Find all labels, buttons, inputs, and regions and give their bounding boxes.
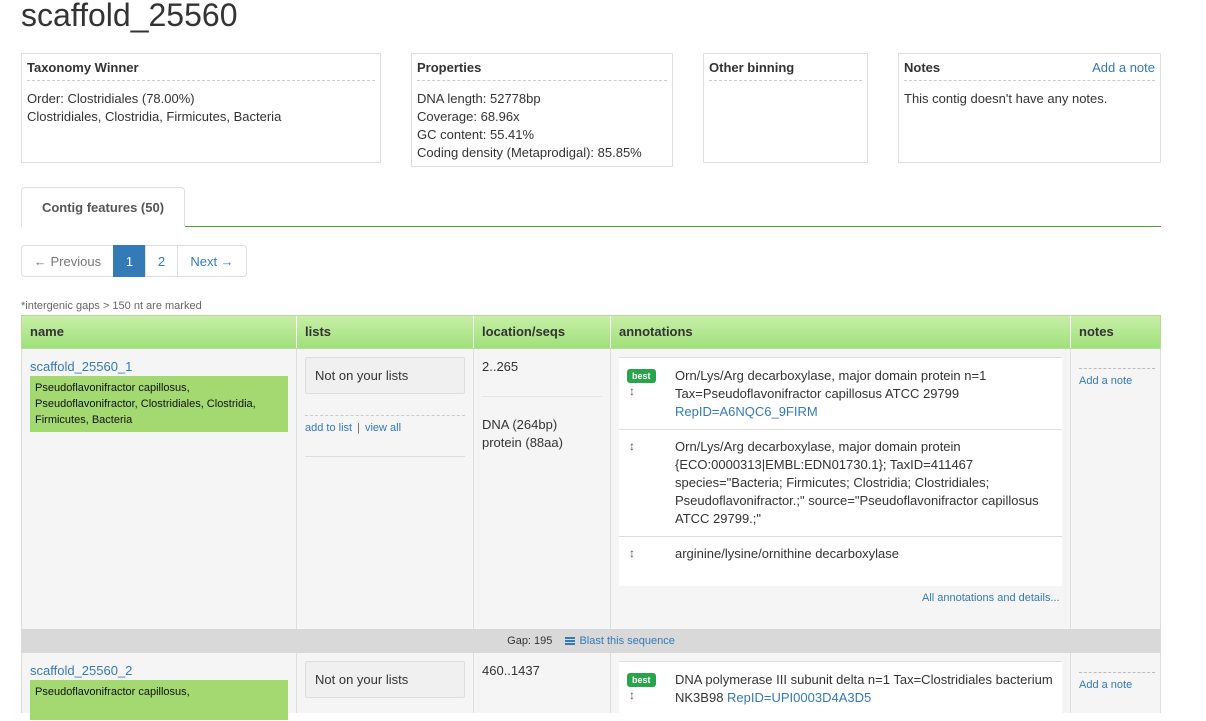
gap-label: Gap: 195 [507,635,553,647]
pagination: ← Previous 1 2 Next → [21,245,247,277]
page-title: scaffold_25560 [21,0,238,33]
annotation-item: best ↕ DNA polymerase III subunit delta … [619,661,1062,721]
feature-location: 2..265 [482,359,519,374]
coding-density: Coding density (Metaprodigal): 85.85% [417,145,642,160]
sort-arrows-icon[interactable]: ↕ [629,546,635,560]
binning-heading: Other binning [709,60,795,75]
annotation-text: DNA polymerase III subunit delta n=1 Tax… [675,672,1053,687]
intergenic-gap-note: *intergenic gaps > 150 nt are marked [21,300,202,312]
add-note-link[interactable]: Add a note [1079,375,1132,387]
all-annotations-link[interactable]: All annotations and details... [922,592,1060,604]
header-lists[interactable]: lists [297,316,474,348]
blast-list-icon [565,637,576,645]
best-badge: best [627,369,656,383]
annotation-text: Orn/Lys/Arg decarboxylase, major domain … [675,368,987,401]
feature-taxonomy-badge: Pseudoflavonifractor capillosus, [30,680,288,720]
annotation-repid-link[interactable]: RepID=A6NQC6_9FIRM [675,404,818,419]
annotation-repid-link[interactable]: RepID=UPI0003D4A3D5 [727,690,871,705]
feature-taxonomy-badge: Pseudoflavonifractor capillosus, Pseudof… [30,376,288,432]
previous-page-button[interactable]: ← Previous [21,245,114,277]
sort-arrows-icon[interactable]: ↕ [629,439,635,453]
annotation-text-cont: NK3B98 [675,690,724,705]
sort-arrows-icon[interactable]: ↕ [629,384,635,398]
taxonomy-winner-panel: Taxonomy Winner Order: Clostridiales (78… [21,53,381,163]
annotation-item: ↕ Orn/Lys/Arg decarboxylase, major domai… [619,429,1062,536]
add-note-link[interactable]: Add a note [1079,679,1132,691]
table-header: name lists location/seqs annotations not… [21,315,1161,349]
list-links-separator: | [357,422,360,434]
list-links: add to list | view all [305,415,465,434]
coverage: Coverage: 68.96x [417,109,520,124]
add-to-list-link[interactable]: add to list [305,422,352,434]
best-badge: best [627,673,656,687]
table-row: scaffold_25560_1 Pseudoflavonifractor ca… [21,349,1161,629]
properties-heading: Properties [417,60,482,75]
gap-row: Gap: 195 Blast this sequence [21,629,1161,653]
taxonomy-order: Order: Clostridiales (78.00%) [27,91,195,106]
tab-underline [21,226,1161,227]
header-annotations[interactable]: annotations [611,316,1071,348]
dna-seq-link[interactable]: DNA (264bp) [482,416,557,434]
view-all-link[interactable]: view all [365,422,401,434]
taxonomy-lineage: Clostridiales, Clostridia, Firmicutes, B… [27,109,282,124]
list-status: Not on your lists [305,661,465,698]
annotation-text: arginine/lysine/ornithine decarboxylase [675,546,900,561]
list-status: Not on your lists [305,357,465,394]
notes-empty-text: This contig doesn't have any notes. [904,91,1108,106]
next-page-button[interactable]: Next → [177,245,247,277]
feature-name-link[interactable]: scaffold_25560_1 [30,359,132,374]
gc-content: GC content: 55.41% [417,127,535,142]
tab-contig-features[interactable]: Contig features (50) [21,187,185,227]
header-name[interactable]: name [22,316,297,348]
annotation-item: ↕ arginine/lysine/ornithine decarboxylas… [619,536,1062,586]
table-row: scaffold_25560_2 Pseudoflavonifractor ca… [21,653,1161,721]
other-binning-panel: Other binning [703,53,868,163]
taxonomy-heading: Taxonomy Winner [27,60,139,75]
add-note-link[interactable]: Add a note [1092,60,1155,75]
feature-name-link[interactable]: scaffold_25560_2 [30,663,132,678]
blast-sequence-link[interactable]: Blast this sequence [565,635,675,647]
dna-length: DNA length: 52778bp [417,91,541,106]
page-1-button[interactable]: 1 [113,245,146,277]
annotation-item: best ↕ Orn/Lys/Arg decarboxylase, major … [619,357,1062,429]
properties-panel: Properties DNA length: 52778bp Coverage:… [411,53,673,167]
annotation-text: Orn/Lys/Arg decarboxylase, major domain … [675,439,1039,526]
protein-seq-link[interactable]: protein (88aa) [482,434,563,452]
notes-panel: Notes Add a note This contig doesn't hav… [898,53,1161,163]
feature-location: 460..1437 [482,663,540,678]
header-location[interactable]: location/seqs [474,316,611,348]
notes-heading: Notes [904,60,941,75]
blast-label: Blast this sequence [579,635,675,647]
header-notes[interactable]: notes [1071,316,1161,348]
page-2-button[interactable]: 2 [145,245,178,277]
sort-arrows-icon[interactable]: ↕ [629,688,635,702]
